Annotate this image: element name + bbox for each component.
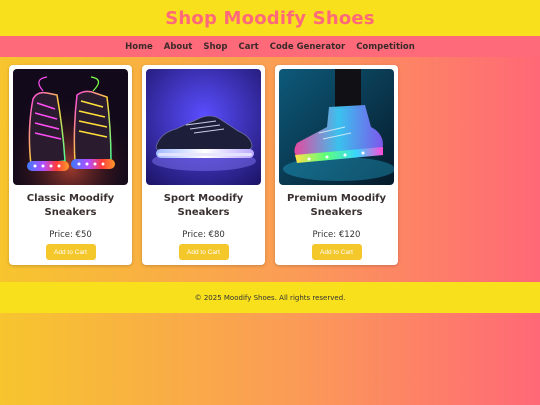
product-list: Classic Moodify Sneakers Price: €50 Add …	[9, 65, 398, 265]
product-name: Sport Moodify Sneakers	[163, 193, 244, 218]
add-to-cart-button[interactable]: Add to Cart	[45, 244, 96, 260]
product-image	[279, 69, 394, 185]
product-name: Premium Moodify Sneakers	[286, 193, 387, 218]
add-to-cart-button[interactable]: Add to Cart	[178, 244, 229, 260]
nav-link-home[interactable]: Home	[125, 42, 153, 52]
site-footer: © 2025 Moodify Shoes. All rights reserve…	[0, 282, 540, 313]
copyright-text: © 2025 Moodify Shoes. All rights reserve…	[194, 293, 346, 302]
add-to-cart-button[interactable]: Add to Cart	[311, 244, 362, 260]
product-price: Price: €120	[312, 230, 361, 240]
product-name: Classic Moodify Sneakers	[26, 193, 115, 218]
site-header: Shop Moodify Shoes	[0, 0, 540, 36]
product-image	[13, 69, 128, 185]
nav-link-shop[interactable]: Shop	[203, 42, 227, 52]
product-price: Price: €80	[182, 230, 225, 240]
nav-link-code-generator[interactable]: Code Generator	[270, 42, 345, 52]
product-price: Price: €50	[49, 230, 92, 240]
nav-link-cart[interactable]: Cart	[238, 42, 258, 52]
site-title: Shop Moodify Shoes	[165, 7, 375, 29]
product-card: Sport Moodify Sneakers Price: €80 Add to…	[142, 65, 265, 265]
product-card: Classic Moodify Sneakers Price: €50 Add …	[9, 65, 132, 265]
main-nav: Home About Shop Cart Code Generator Comp…	[0, 36, 540, 57]
nav-link-about[interactable]: About	[164, 42, 193, 52]
product-image	[146, 69, 261, 185]
product-card: Premium Moodify Sneakers Price: €120 Add…	[275, 65, 398, 265]
nav-link-competition[interactable]: Competition	[356, 42, 415, 52]
